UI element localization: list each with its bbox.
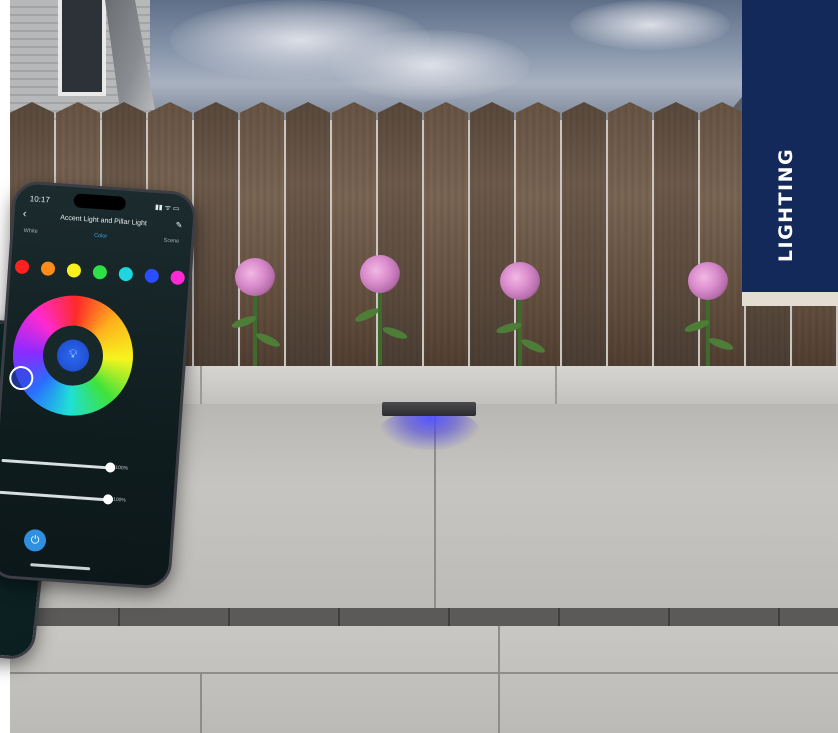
- status-time: 10:17: [29, 194, 51, 205]
- power-icon: ⏻: [30, 534, 40, 547]
- saturation-value: 100%: [112, 496, 127, 504]
- swatch-blue[interactable]: [144, 268, 160, 284]
- swatch-green[interactable]: [92, 264, 108, 280]
- house-window: [58, 0, 106, 96]
- swatch-magenta[interactable]: [170, 270, 186, 286]
- house-roof: [105, 0, 155, 110]
- tab-scene[interactable]: Scene: [163, 238, 179, 245]
- mode-tabs: White Color Scene: [23, 228, 179, 245]
- patio-pavers: [10, 626, 838, 733]
- blue-light-glow: [380, 410, 480, 450]
- swatch-yellow[interactable]: [66, 262, 82, 278]
- device-title: Accent Light and Pillar Light: [59, 214, 148, 228]
- lightbulb-icon: 💡︎: [68, 346, 78, 361]
- swatch-orange[interactable]: [40, 261, 56, 277]
- color-wheel-handle[interactable]: [8, 365, 35, 391]
- wall-light-fixture: [382, 402, 476, 416]
- brightness-slider[interactable]: [1, 458, 116, 473]
- home-indicator: [30, 563, 91, 571]
- color-wheel-inner: 💡︎: [40, 323, 106, 388]
- category-label: LIGHTING: [775, 147, 797, 263]
- flower: [490, 262, 550, 372]
- flower: [350, 255, 410, 365]
- flower: [678, 262, 738, 372]
- swatch-cyan[interactable]: [118, 266, 134, 282]
- selected-color-preview: 💡︎: [55, 338, 91, 373]
- pencil-icon[interactable]: ✎: [175, 220, 182, 229]
- brightness-slider-knob[interactable]: [104, 462, 116, 473]
- signal-wifi-battery-icon: ▮▮ ᯤ ▭: [154, 203, 180, 213]
- brightness-value: 100%: [115, 464, 129, 472]
- paver-border: [10, 608, 838, 626]
- phone-front: 10:17 ▮▮ ᯤ ▭ ‹ Accent Light and Pillar L…: [0, 180, 198, 590]
- flower: [225, 258, 285, 368]
- color-wheel[interactable]: 💡︎: [8, 291, 138, 420]
- tab-white[interactable]: White: [23, 228, 37, 235]
- app-screen: 10:17 ▮▮ ᯤ ▭ ‹ Accent Light and Pillar L…: [0, 183, 195, 587]
- tab-color[interactable]: Color: [94, 233, 108, 240]
- banner-accent-strip: [742, 292, 838, 306]
- power-button[interactable]: ⏻: [23, 528, 47, 553]
- color-swatches: [14, 259, 186, 286]
- saturation-slider[interactable]: [0, 490, 114, 505]
- swatch-red[interactable]: [14, 259, 30, 275]
- saturation-slider-knob[interactable]: [102, 494, 114, 505]
